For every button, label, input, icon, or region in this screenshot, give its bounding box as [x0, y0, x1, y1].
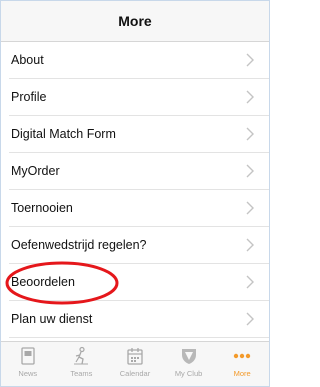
club-shield-icon	[181, 349, 196, 364]
menu-item-label: Digital Match Form	[11, 127, 116, 141]
tab-more[interactable]: More	[215, 342, 269, 386]
menu-item-toernooien[interactable]: Toernooien	[9, 190, 269, 227]
chevron-right-icon	[246, 53, 254, 67]
tab-label: Calendar	[119, 369, 151, 378]
menu-item-oefenwedstrijd[interactable]: Oefenwedstrijd regelen?	[9, 227, 269, 264]
chevron-right-icon	[246, 312, 254, 326]
more-dots-icon	[233, 353, 251, 359]
chevron-right-icon	[246, 127, 254, 141]
menu-item-label: Profile	[11, 90, 47, 104]
news-icon	[21, 347, 35, 365]
menu-item-about[interactable]: About	[9, 42, 269, 79]
menu-item-digital-match-form[interactable]: Digital Match Form	[9, 116, 269, 153]
menu-item-plan-uw-dienst[interactable]: Plan uw dienst	[9, 301, 269, 338]
menu-item-label: MyOrder	[11, 164, 60, 178]
menu-item-label: Plan uw dienst	[11, 312, 93, 326]
menu-item-label: Toernooien	[11, 201, 73, 215]
tab-bar: News Teams Calendar My Club More	[1, 341, 269, 386]
chevron-right-icon	[246, 275, 254, 289]
menu-item-label: Oefenwedstrijd regelen?	[11, 238, 147, 252]
calendar-icon	[127, 348, 143, 365]
page-title: More	[118, 13, 152, 29]
teams-icon	[74, 346, 89, 365]
menu-item-label: Beoordelen	[11, 275, 75, 289]
tab-label: Teams	[70, 369, 93, 378]
tab-label: My Club	[174, 369, 203, 378]
app-screen: More About Profile Digital Match Form My…	[0, 0, 270, 387]
menu-item-beoordelen[interactable]: Beoordelen	[9, 264, 269, 301]
tab-news[interactable]: News	[1, 342, 55, 386]
tab-my-club[interactable]: My Club	[162, 342, 216, 386]
tab-teams[interactable]: Teams	[55, 342, 109, 386]
chevron-right-icon	[246, 201, 254, 215]
nav-bar: More	[1, 1, 269, 42]
menu-item-label: About	[11, 53, 44, 67]
tab-calendar[interactable]: Calendar	[108, 342, 162, 386]
chevron-right-icon	[246, 164, 254, 178]
menu-item-myorder[interactable]: MyOrder	[9, 153, 269, 190]
more-menu-list: About Profile Digital Match Form MyOrder…	[1, 42, 269, 338]
tab-label: News	[18, 369, 38, 378]
tab-label: More	[233, 369, 251, 378]
chevron-right-icon	[246, 238, 254, 252]
menu-item-profile[interactable]: Profile	[9, 79, 269, 116]
chevron-right-icon	[246, 90, 254, 104]
